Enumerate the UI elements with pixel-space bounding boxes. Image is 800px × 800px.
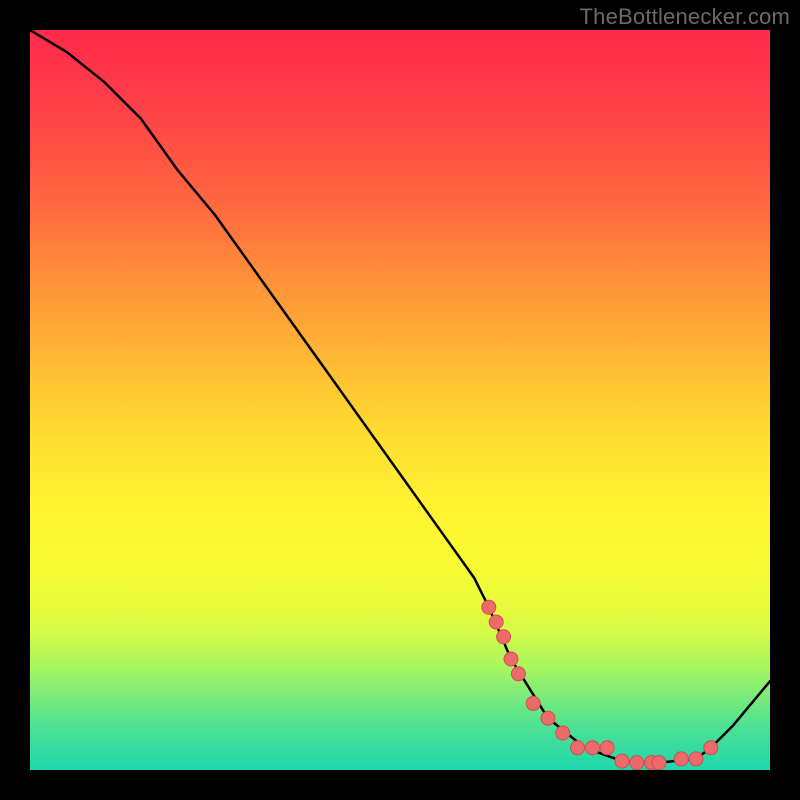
curve-marker bbox=[556, 726, 570, 740]
curve-marker bbox=[689, 752, 703, 766]
watermark-text: TheBottlenecker.com bbox=[580, 4, 790, 30]
curve-marker bbox=[541, 711, 555, 725]
curve-layer bbox=[30, 30, 770, 770]
curve-marker bbox=[511, 667, 525, 681]
curve-marker bbox=[482, 600, 496, 614]
curve-marker bbox=[497, 630, 511, 644]
curve-marker bbox=[571, 741, 585, 755]
curve-marker bbox=[630, 756, 644, 770]
curve-marker bbox=[615, 754, 629, 768]
curve-marker bbox=[600, 741, 614, 755]
curve-marker bbox=[585, 741, 599, 755]
chart-frame: TheBottlenecker.com bbox=[0, 0, 800, 800]
curve-marker bbox=[674, 752, 688, 766]
curve-marker bbox=[652, 756, 666, 770]
bottleneck-curve bbox=[30, 30, 770, 763]
curve-marker bbox=[704, 741, 718, 755]
curve-marker bbox=[526, 696, 540, 710]
curve-marker bbox=[504, 652, 518, 666]
curve-marker bbox=[489, 615, 503, 629]
curve-markers bbox=[482, 600, 718, 769]
plot-area bbox=[30, 30, 770, 770]
